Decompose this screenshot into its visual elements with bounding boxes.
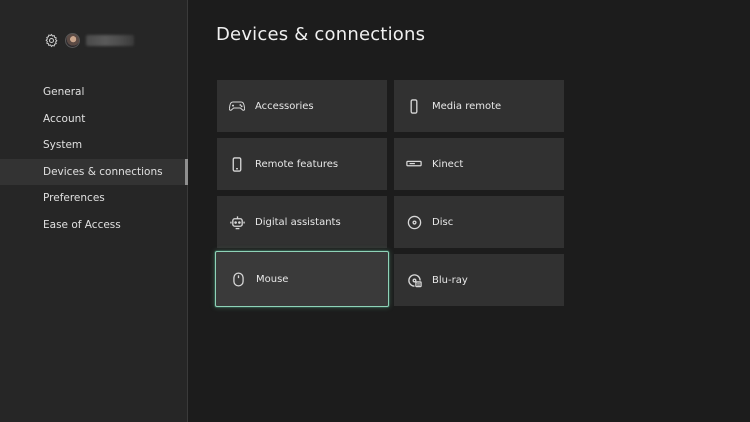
gear-icon[interactable] bbox=[43, 32, 59, 48]
assistant-icon bbox=[229, 214, 245, 230]
gamepad-icon bbox=[229, 98, 245, 114]
settings-nav: General Account System Devices & connect… bbox=[0, 79, 188, 239]
tile-kinect[interactable]: Kinect bbox=[394, 138, 564, 190]
tile-disc[interactable]: Disc bbox=[394, 196, 564, 248]
disc-icon bbox=[406, 214, 422, 230]
tile-label: Blu-ray bbox=[432, 274, 468, 286]
sidebar: General Account System Devices & connect… bbox=[0, 0, 188, 422]
tile-label: Accessories bbox=[255, 100, 314, 112]
tile-digital-assistants[interactable]: Digital assistants bbox=[217, 196, 387, 248]
avatar[interactable] bbox=[65, 32, 80, 48]
tile-label: Media remote bbox=[432, 100, 502, 112]
tile-accessories[interactable]: Accessories bbox=[217, 80, 387, 132]
sidebar-item-ease-of-access[interactable]: Ease of Access bbox=[0, 212, 188, 239]
sidebar-item-devices-connections[interactable]: Devices & connections bbox=[0, 158, 188, 186]
page-title: Devices & connections bbox=[216, 24, 426, 45]
tile-label: Mouse bbox=[256, 273, 289, 285]
sidebar-item-preferences[interactable]: Preferences bbox=[0, 185, 188, 212]
bluray-icon bbox=[406, 272, 422, 288]
tile-label: Disc bbox=[432, 216, 454, 228]
phone-icon bbox=[229, 156, 245, 172]
tile-label: Digital assistants bbox=[255, 216, 341, 228]
gamertag-blurred bbox=[86, 34, 134, 46]
mouse-icon bbox=[230, 271, 246, 287]
sidebar-item-system[interactable]: System bbox=[0, 132, 188, 159]
tile-media-remote[interactable]: Media remote bbox=[394, 80, 564, 132]
tile-mouse[interactable]: Mouse bbox=[215, 251, 389, 307]
tile-remote-features[interactable]: Remote features bbox=[217, 138, 387, 190]
sidebar-item-general[interactable]: General bbox=[0, 79, 188, 106]
tile-label: Kinect bbox=[432, 158, 464, 170]
sidebar-item-account[interactable]: Account bbox=[0, 106, 188, 133]
remote-icon bbox=[406, 98, 422, 114]
tile-blu-ray[interactable]: Blu-ray bbox=[394, 254, 564, 306]
kinect-icon bbox=[406, 156, 422, 172]
tile-label: Remote features bbox=[255, 158, 339, 170]
profile-area bbox=[43, 30, 134, 50]
